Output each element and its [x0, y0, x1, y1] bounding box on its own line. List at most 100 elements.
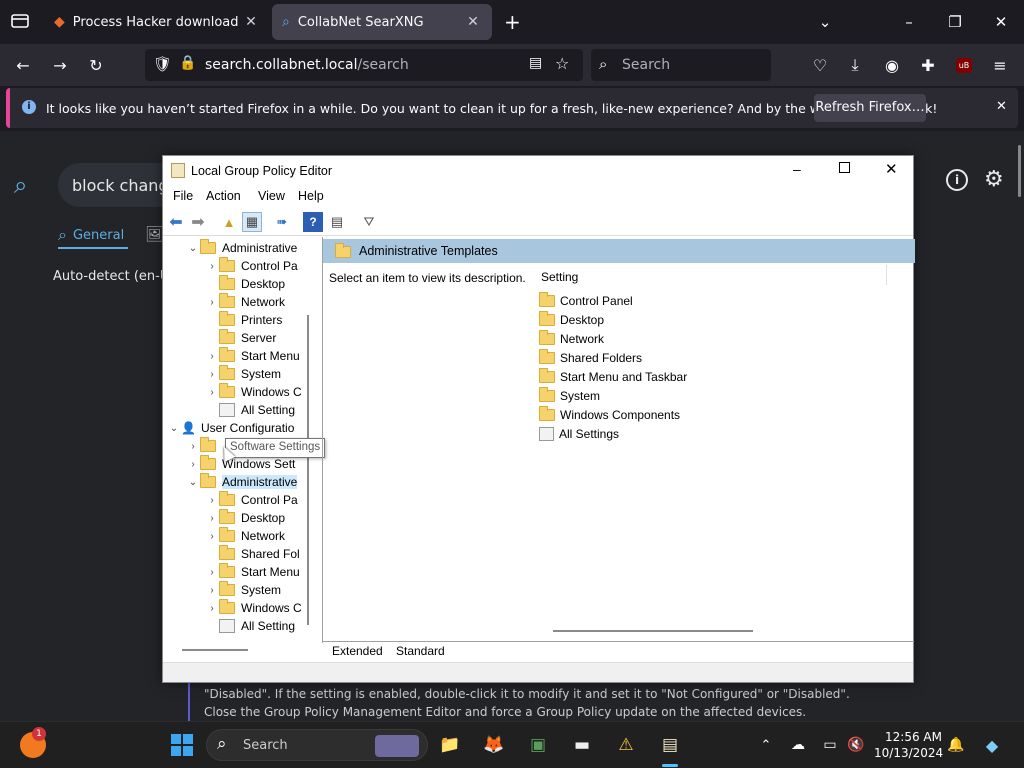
notifications-bell-icon[interactable]: 🔔 — [942, 731, 970, 759]
tab-overview-icon[interactable] — [10, 12, 30, 30]
reload-icon[interactable]: ↻ — [83, 52, 109, 78]
terminal-icon[interactable]: ▬ — [568, 731, 596, 759]
tree-item[interactable]: › Windows C — [205, 383, 302, 401]
new-tab-button[interactable]: + — [504, 10, 521, 34]
forward-icon[interactable]: → — [47, 52, 73, 78]
gpe-minimize-button[interactable]: – — [793, 161, 801, 177]
reader-view-icon[interactable]: ▤ — [529, 55, 542, 71]
downloads-icon[interactable]: ⤓ — [842, 52, 868, 78]
scrollbar[interactable] — [1018, 145, 1021, 197]
tab-standard[interactable]: Standard — [396, 644, 445, 658]
menu-view[interactable]: View — [258, 189, 285, 203]
tree-item[interactable]: All Setting — [205, 617, 295, 635]
bookmark-star-icon[interactable]: ☆ — [555, 54, 569, 73]
group-policy-taskbar-icon[interactable]: ▤ — [656, 731, 684, 759]
app-icon[interactable]: ▣ — [524, 731, 552, 759]
menu-action[interactable]: Action — [206, 189, 241, 203]
tree-user-configuration[interactable]: ⌄ 👤 User Configuratio — [167, 419, 295, 437]
forward-arrow-icon[interactable]: ➡ — [188, 212, 208, 232]
minimize-button[interactable]: – — [894, 8, 924, 36]
setting-row[interactable]: Windows Components — [539, 406, 680, 424]
tree-item[interactable]: › Windows C — [205, 599, 302, 617]
refresh-firefox-button[interactable]: Refresh Firefox… — [814, 94, 926, 122]
lock-icon[interactable]: 🔒 — [179, 55, 196, 71]
back-icon[interactable]: ← — [10, 52, 36, 78]
tree-item[interactable]: › Start Menu — [205, 347, 300, 365]
tree-horizontal-scrollbar[interactable] — [182, 649, 248, 651]
tree-computer-admin-templates[interactable]: ⌄ Administrative — [186, 239, 297, 257]
warning-app-icon[interactable]: ⚠ — [612, 731, 640, 759]
firefox-icon[interactable]: 🦊 — [480, 731, 508, 759]
tree-user-admin-templates[interactable]: ⌄ Administrative — [186, 473, 298, 491]
tab-searxng[interactable]: ⌕ CollabNet SearXNG ✕ — [272, 4, 492, 40]
up-folder-icon[interactable]: ▲ — [219, 212, 239, 232]
chevron-down-icon[interactable]: ⌄ — [167, 423, 181, 434]
chevron-right-icon[interactable]: › — [205, 567, 219, 578]
clock[interactable]: 12:56 AM 10/13/2024 — [874, 729, 943, 761]
close-window-button[interactable]: ✕ — [986, 8, 1016, 36]
gpe-titlebar[interactable]: Local Group Policy Editor – ✕ — [163, 156, 913, 186]
chevron-right-icon[interactable]: › — [205, 603, 219, 614]
setting-row[interactable]: Start Menu and Taskbar — [539, 368, 687, 386]
setting-row[interactable]: Network — [539, 330, 604, 348]
export-list-icon[interactable]: ➠ — [272, 212, 292, 232]
chevron-down-icon[interactable]: ⌄ — [186, 477, 200, 488]
chevron-right-icon[interactable]: › — [205, 531, 219, 542]
chevron-right-icon[interactable]: › — [205, 513, 219, 524]
tree-item[interactable]: Shared Fol — [205, 545, 300, 563]
searxng-logo-icon[interactable]: ⌕ — [14, 171, 27, 199]
details-horizontal-scrollbar[interactable] — [553, 630, 753, 632]
windows-start-icon[interactable] — [168, 731, 196, 759]
tree-item[interactable]: Printers — [205, 311, 282, 329]
menu-icon[interactable]: ≡ — [987, 52, 1013, 78]
search-bar[interactable]: ⌕ Search — [591, 49, 771, 81]
tree-item[interactable]: › Control Pa — [205, 257, 298, 275]
chevron-right-icon[interactable]: › — [205, 261, 219, 272]
network-icon[interactable]: ▭ — [816, 731, 844, 759]
column-header-setting[interactable]: Setting — [541, 270, 578, 284]
query-input[interactable]: block changi — [58, 163, 178, 207]
onedrive-icon[interactable]: ☁ — [784, 731, 812, 759]
setting-row[interactable]: Shared Folders — [539, 349, 642, 367]
tree-software-settings[interactable]: › — [186, 437, 222, 455]
close-notification-icon[interactable]: ✕ — [996, 99, 1007, 114]
menu-file[interactable]: File — [173, 189, 193, 203]
copilot-icon[interactable]: ◆ — [978, 731, 1006, 759]
help-icon[interactable]: ? — [303, 212, 323, 232]
gpe-maximize-button[interactable] — [839, 162, 850, 173]
tree-item[interactable]: Server — [205, 329, 276, 347]
menu-help[interactable]: Help — [298, 189, 324, 203]
show-hidden-icons-icon[interactable]: ⌃ — [752, 731, 780, 759]
chevron-down-icon[interactable]: ⌄ — [186, 243, 200, 254]
taskbar-search[interactable]: ⌕ Search — [206, 729, 428, 761]
tab-process-hacker[interactable]: ◆ Process Hacker download | Sou ✕ — [44, 4, 270, 40]
tree-item[interactable]: › Start Menu — [205, 563, 300, 581]
tree-item[interactable]: › System — [205, 581, 281, 599]
close-tab-icon[interactable]: ✕ — [464, 14, 482, 30]
shield-icon[interactable]: 🛡 — [153, 55, 172, 73]
tree-item[interactable]: All Setting — [205, 401, 295, 419]
tree-item[interactable]: Desktop — [205, 275, 285, 293]
setting-row[interactable]: Control Panel — [539, 292, 633, 310]
show-hide-tree-icon[interactable]: ▦ — [242, 212, 262, 232]
url-bar[interactable]: 🛡 🔒 search.collabnet.local/search ▤ ☆ — [145, 49, 583, 81]
pocket-icon[interactable]: ♡ — [807, 52, 833, 78]
tab-general[interactable]: ⌕ General — [58, 225, 124, 245]
chevron-right-icon[interactable]: › — [186, 441, 200, 452]
chevron-right-icon[interactable]: › — [205, 351, 219, 362]
file-explorer-icon[interactable]: 📁 — [436, 731, 464, 759]
filter-icon[interactable]: ⛛ — [359, 212, 379, 232]
back-arrow-icon[interactable]: ⬅ — [166, 212, 186, 232]
language-selector[interactable]: Auto-detect (en-US — [53, 269, 178, 284]
chevron-right-icon[interactable]: › — [205, 297, 219, 308]
chevron-right-icon[interactable]: › — [205, 495, 219, 506]
tree-item[interactable]: › System — [205, 365, 281, 383]
ublock-icon[interactable]: uB — [951, 52, 977, 78]
extensions-icon[interactable]: ✚ — [915, 52, 941, 78]
setting-row[interactable]: System — [539, 387, 600, 405]
list-all-tabs-icon[interactable]: ⌄ — [810, 8, 840, 36]
restore-button[interactable]: ❐ — [940, 8, 970, 36]
gpe-close-button[interactable]: ✕ — [885, 160, 898, 178]
chevron-right-icon[interactable]: › — [205, 387, 219, 398]
tree-item[interactable]: › Control Pa — [205, 491, 298, 509]
